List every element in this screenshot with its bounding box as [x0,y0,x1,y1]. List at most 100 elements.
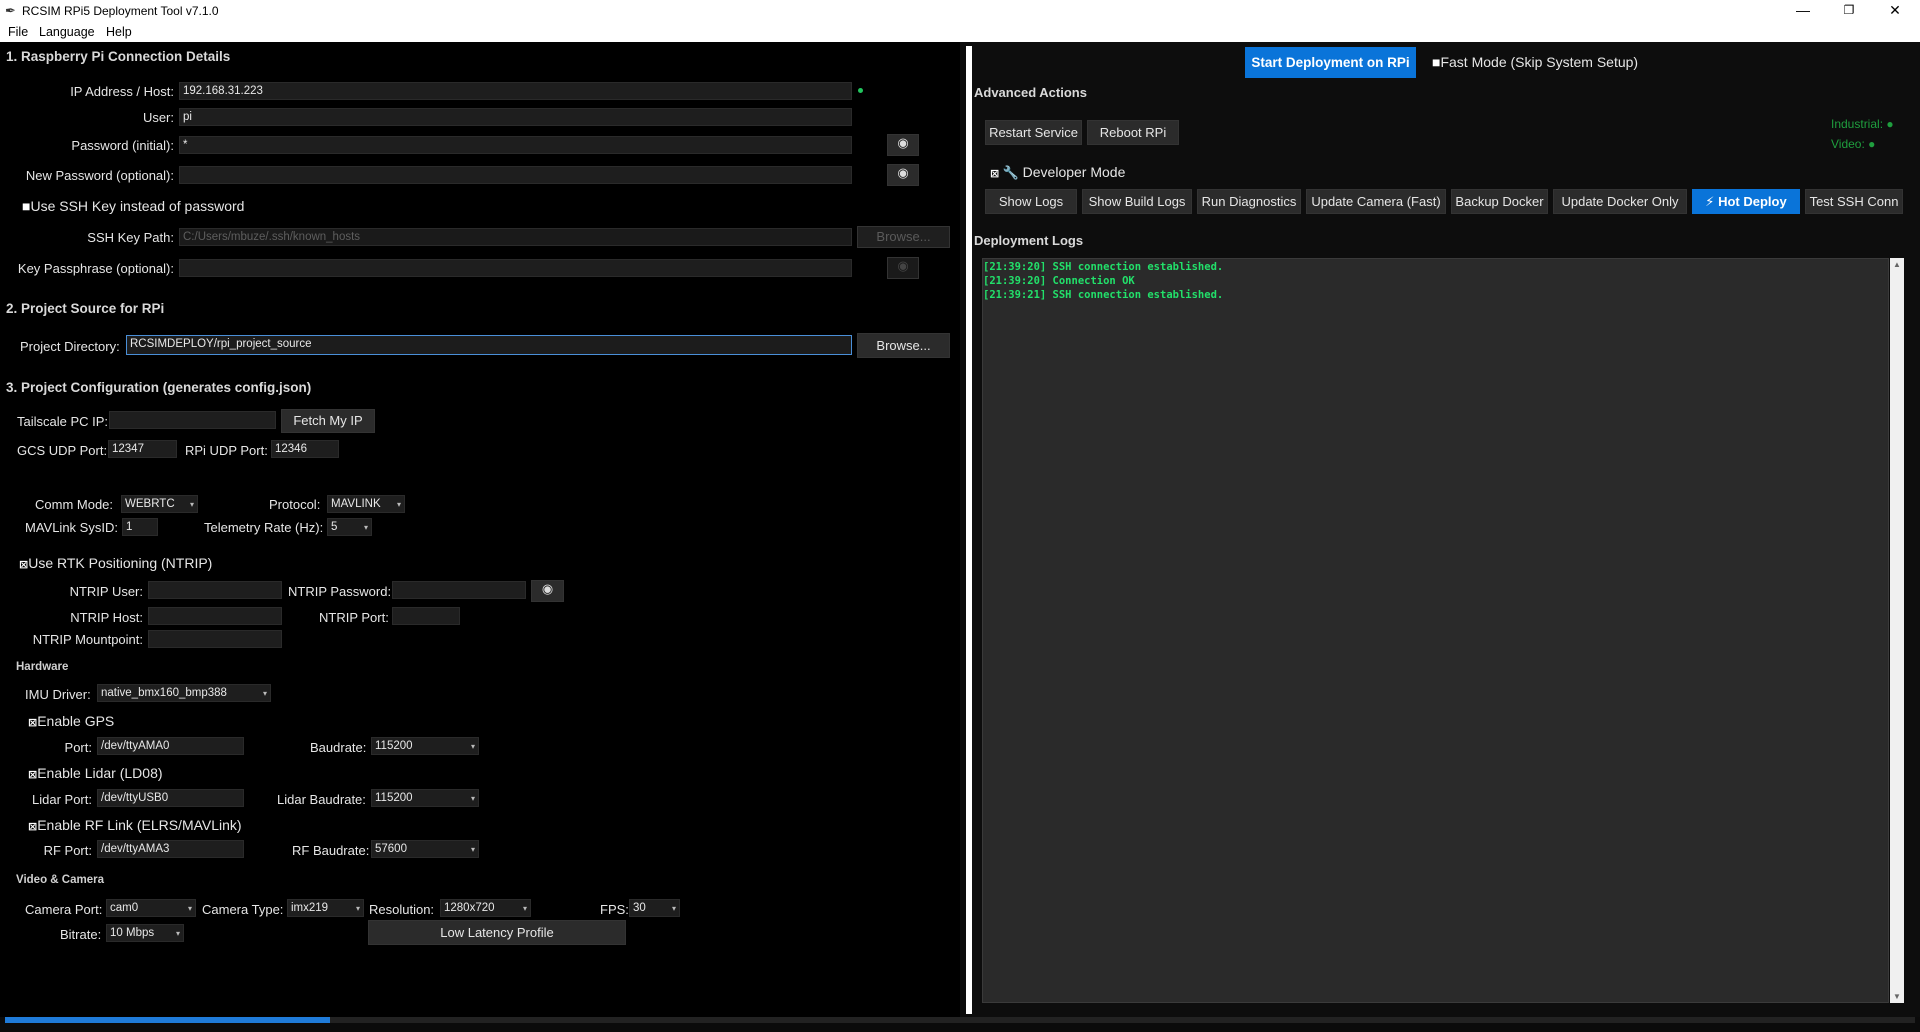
tailscale-input[interactable] [109,411,276,429]
hot-deploy-button[interactable]: ⚡ Hot Deploy [1692,189,1800,214]
chevron-down-icon: ▾ [470,794,475,803]
project-dir-browse-button[interactable]: Browse... [857,333,950,358]
camera-port-select[interactable]: cam0 ▾ [106,899,196,917]
key-passphrase-input[interactable] [179,259,852,277]
update-camera-button[interactable]: Update Camera (Fast) [1306,189,1446,214]
comm-mode-select[interactable]: WEBRTC ▾ [121,495,198,513]
restart-service-button[interactable]: Restart Service [985,120,1082,145]
maximize-button[interactable]: ❐ [1826,0,1872,22]
new-password-label: New Password (optional): [25,168,174,183]
test-ssh-button[interactable]: Test SSH Conn [1805,189,1903,214]
rf-checkbox[interactable]: ⊠Enable RF Link (ELRS/MAVLink) [28,817,242,833]
run-diagnostics-button[interactable]: Run Diagnostics [1197,189,1301,214]
advanced-actions-title: Advanced Actions [974,85,1087,100]
gps-checkbox[interactable]: ⊠Enable GPS [28,713,114,729]
rf-baud-select[interactable]: 57600 ▾ [371,840,479,858]
deployment-log-area[interactable]: [21:39:20] SSH connection established. [… [982,258,1889,1003]
developer-mode-checkbox[interactable]: ⊠ 🔧 Developer Mode [990,164,1125,181]
low-latency-profile-button[interactable]: Low Latency Profile [368,920,626,945]
menu-file[interactable]: File [8,25,28,39]
lidar-checkbox[interactable]: ⊠Enable Lidar (LD08) [28,765,163,781]
gps-baud-select[interactable]: 115200 ▾ [371,737,479,755]
chevron-down-icon: ▾ [671,904,676,913]
app-feather-icon: ✒ [5,3,16,18]
ntrip-mountpoint-label: NTRIP Mountpoint: [32,632,143,647]
ntrip-password-toggle-button[interactable]: ◉ [531,580,564,602]
lidar-port-input[interactable]: /dev/ttyUSB0 [97,789,244,807]
fast-mode-checkbox[interactable]: ■Fast Mode (Skip System Setup) [1432,54,1638,70]
show-build-logs-button[interactable]: Show Build Logs [1082,189,1192,214]
gcs-udp-label: GCS UDP Port: [17,443,108,458]
ntrip-password-input[interactable] [392,581,526,599]
fps-select[interactable]: 30 ▾ [629,899,680,917]
password-label: Password (initial): [71,138,174,153]
video-status-dot: ● [1868,137,1876,151]
update-docker-only-button[interactable]: Update Docker Only [1553,189,1687,214]
rtk-checkbox[interactable]: ⊠Use RTK Positioning (NTRIP) [19,555,212,571]
resolution-select[interactable]: 1280x720 ▾ [440,899,531,917]
scroll-down-icon[interactable]: ▼ [1893,992,1901,1001]
chevron-down-icon: ▾ [187,904,192,913]
passphrase-toggle-button[interactable]: ◉ [887,257,919,279]
scroll-up-icon[interactable]: ▲ [1893,260,1901,269]
password-input[interactable]: * [179,136,852,154]
protocol-select[interactable]: MAVLINK ▾ [327,495,405,513]
bitrate-label: Bitrate: [60,927,102,942]
ssh-key-browse-button[interactable]: Browse... [857,226,950,248]
camera-type-label: Camera Type: [202,902,284,917]
use-ssh-key-checkbox[interactable]: ■Use SSH Key instead of password [22,198,244,214]
ntrip-mountpoint-input[interactable] [148,630,282,648]
ntrip-password-label: NTRIP Password: [288,584,392,599]
section-hardware-title: Hardware [16,661,69,673]
new-password-input[interactable] [179,166,852,184]
fetch-ip-button[interactable]: Fetch My IP [281,409,375,433]
menu-language[interactable]: Language [39,25,95,39]
lidar-baud-label: Lidar Baudrate: [277,792,366,807]
reboot-rpi-button[interactable]: Reboot RPi [1087,120,1179,145]
connection-status-dot [858,88,863,93]
user-input[interactable]: pi [179,108,852,126]
lidar-baud-select[interactable]: 115200 ▾ [371,789,479,807]
rf-port-input[interactable]: /dev/ttyAMA3 [97,840,244,858]
menu-bar: File Language Help [0,22,1920,42]
checkbox-checked-icon: ⊠ [19,559,29,571]
wrench-icon: 🔧 [1002,165,1020,180]
close-button[interactable]: ✕ [1872,0,1918,22]
gps-port-input[interactable]: /dev/ttyAMA0 [97,737,244,755]
menu-help[interactable]: Help [106,25,132,39]
ntrip-port-input[interactable] [392,607,460,625]
new-password-toggle-button[interactable]: ◉ [887,164,919,186]
project-dir-input[interactable]: RCSIMDEPLOY/rpi_project_source [126,335,852,355]
show-logs-button[interactable]: Show Logs [985,189,1077,214]
password-toggle-button[interactable]: ◉ [887,134,919,156]
industrial-status: Industrial: ● [1831,117,1894,131]
sysid-label: MAVLink SysID: [25,520,118,535]
chevron-down-icon: ▾ [470,845,475,854]
ntrip-host-input[interactable] [148,607,282,625]
industrial-status-dot: ● [1886,117,1894,131]
imu-select[interactable]: native_bmx160_bmp388 ▾ [97,684,271,702]
checkbox-checked-icon: ⊠ [28,821,38,833]
telemetry-rate-select[interactable]: 5 ▾ [327,518,372,536]
checkbox-checked-icon: ⊠ [990,168,1000,180]
ip-input[interactable]: 192.168.31.223 [179,82,852,100]
eye-icon: ◉ [897,165,909,180]
minimize-button[interactable]: — [1780,0,1826,22]
eye-icon: ◉ [897,135,909,150]
bitrate-select[interactable]: 10 Mbps ▾ [106,924,184,942]
backup-docker-button[interactable]: Backup Docker [1451,189,1548,214]
sysid-input[interactable]: 1 [122,518,158,536]
ip-label: IP Address / Host: [70,84,174,99]
checkbox-checked-icon: ⊠ [28,717,38,729]
rf-baud-label: RF Baudrate: [292,843,370,858]
start-deployment-button[interactable]: Start Deployment on RPi [1245,47,1416,78]
camera-type-select[interactable]: imx219 ▾ [287,899,364,917]
gcs-udp-input[interactable]: 12347 [108,440,177,458]
chevron-down-icon: ▾ [262,689,267,698]
log-scrollbar[interactable]: ▲ ▼ [1890,258,1904,1003]
telemetry-rate-label: Telemetry Rate (Hz): [204,520,324,535]
ntrip-user-input[interactable] [148,581,282,599]
lightning-icon: ⚡ [1705,194,1715,209]
rpi-udp-input[interactable]: 12346 [271,440,339,458]
ssh-key-path-input[interactable]: C:/Users/mbuze/.ssh/known_hosts [179,228,852,246]
